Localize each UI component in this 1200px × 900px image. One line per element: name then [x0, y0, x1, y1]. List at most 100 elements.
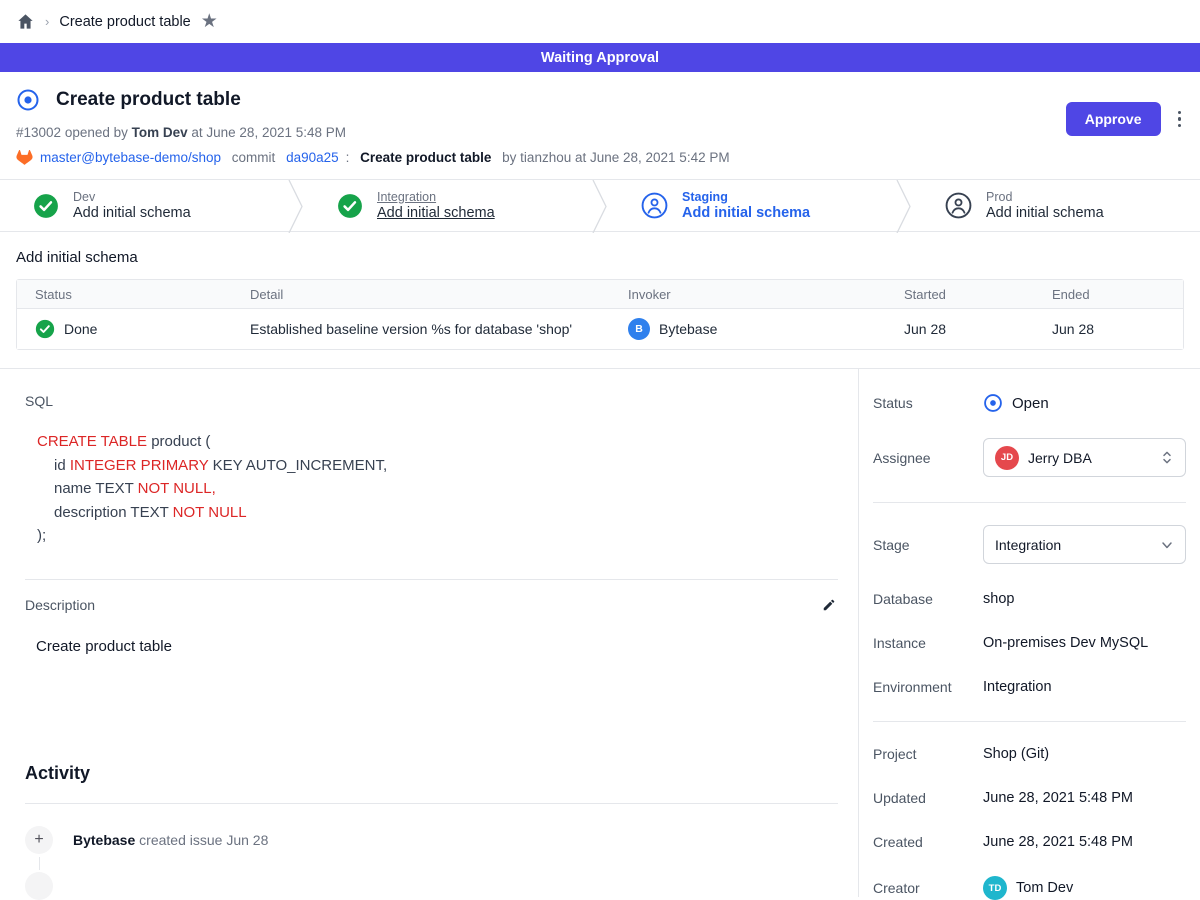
- database-value: shop: [983, 591, 1014, 607]
- stage-staging[interactable]: Staging Add initial schema: [608, 180, 896, 231]
- issue-detail-pane: SQL CREATE TABLE product ( id INTEGER PR…: [0, 369, 858, 897]
- task-invoker-cell: B Bytebase: [610, 318, 886, 340]
- gitlab-icon: [16, 149, 33, 165]
- stage-env-label: Dev: [73, 190, 191, 204]
- task-ended-cell: Jun 28: [1034, 321, 1183, 337]
- pipeline-stages: Dev Add initial schema Integration Add i…: [0, 179, 1200, 232]
- created-row: Created June 28, 2021 5:48 PM: [873, 832, 1186, 852]
- check-circle-icon: [35, 319, 55, 339]
- issue-sidebar: Status Open Assignee JD Jerry DBA Stage: [858, 369, 1200, 897]
- task-section: Add initial schema Status Detail Invoker…: [0, 232, 1200, 368]
- stage-task-label: Add initial schema: [986, 205, 1104, 221]
- stage-env-label: Staging: [682, 190, 810, 204]
- activity-item: + Bytebase created issue Jun 28: [25, 826, 838, 854]
- stage-separator-icon: [896, 180, 912, 233]
- stage-integration[interactable]: Integration Add initial schema: [304, 180, 592, 231]
- stage-env-label: Integration: [377, 190, 495, 204]
- chevron-down-icon: [1160, 538, 1174, 552]
- task-status-cell: Done: [17, 319, 232, 339]
- divider: [25, 579, 838, 580]
- column-header: Ended: [1034, 287, 1183, 302]
- status-value: Open: [1012, 395, 1049, 412]
- stage-select[interactable]: Integration: [983, 525, 1186, 564]
- stage-row: Stage Integration: [873, 525, 1186, 564]
- plus-icon: +: [25, 826, 53, 854]
- status-row: Status Open: [873, 393, 1186, 413]
- stage-task-label: Add initial schema: [377, 205, 495, 221]
- status-label: Status: [873, 395, 983, 411]
- favorite-star-icon[interactable]: ★: [201, 12, 218, 31]
- issue-author: Tom Dev: [132, 125, 188, 140]
- breadcrumb: › Create product table ★: [0, 0, 1200, 43]
- updated-label: Updated: [873, 790, 983, 806]
- stage-separator-icon: [592, 180, 608, 233]
- stage-label: Stage: [873, 537, 983, 553]
- instance-row: Instance On-premises Dev MySQL: [873, 633, 1186, 653]
- task-started-cell: Jun 28: [886, 321, 1034, 337]
- activity-title: Activity: [25, 763, 838, 784]
- divider: [873, 721, 1186, 722]
- environment-row: Environment Integration: [873, 677, 1186, 697]
- sql-statement: CREATE TABLE product ( id INTEGER PRIMAR…: [25, 430, 838, 548]
- stage-prod[interactable]: Prod Add initial schema: [912, 180, 1200, 231]
- creator-row: Creator TD Tom Dev: [873, 876, 1186, 900]
- check-circle-icon: [337, 193, 363, 219]
- issue-open-icon: [983, 393, 1003, 413]
- column-header: Started: [886, 287, 1034, 302]
- issue-open-icon: [16, 88, 40, 112]
- task-table: Status Detail Invoker Started Ended Done…: [16, 279, 1184, 350]
- updated-value: June 28, 2021 5:48 PM: [983, 790, 1133, 806]
- creator-avatar: TD: [983, 876, 1007, 900]
- creator-label: Creator: [873, 880, 983, 896]
- issue-meta: #13002 opened by Tom Dev at June 28, 202…: [16, 125, 1184, 140]
- commit-hash-link[interactable]: da90a25: [286, 150, 339, 165]
- created-label: Created: [873, 834, 983, 850]
- created-value: June 28, 2021 5:48 PM: [983, 834, 1133, 850]
- instance-value: On-premises Dev MySQL: [983, 635, 1148, 651]
- creator-value: Tom Dev: [1016, 880, 1073, 896]
- home-icon[interactable]: [16, 12, 35, 31]
- description-label: Description: [25, 597, 95, 613]
- database-row: Database shop: [873, 589, 1186, 609]
- environment-value: Integration: [983, 679, 1052, 695]
- stage-task-label: Add initial schema: [73, 205, 191, 221]
- activity-actor: Bytebase: [73, 832, 135, 848]
- project-label: Project: [873, 746, 983, 762]
- updown-chevron-icon: [1160, 450, 1174, 465]
- instance-label: Instance: [873, 635, 983, 651]
- stage-env-label: Prod: [986, 190, 1104, 204]
- assignee-label: Assignee: [873, 450, 983, 466]
- timeline-connector: [39, 857, 40, 870]
- status-banner: Waiting Approval: [0, 43, 1200, 72]
- stage-value: Integration: [995, 537, 1151, 553]
- column-header: Invoker: [610, 287, 886, 302]
- sql-label: SQL: [25, 393, 838, 409]
- assignee-row: Assignee JD Jerry DBA: [873, 438, 1186, 477]
- pending-person-icon: [641, 192, 668, 219]
- branch-link[interactable]: master@bytebase-demo/shop: [40, 150, 221, 165]
- approve-button[interactable]: Approve: [1066, 102, 1161, 136]
- commit-message: Create product table: [360, 150, 491, 165]
- stage-task-label: Add initial schema: [682, 205, 810, 221]
- breadcrumb-separator-icon: ›: [45, 14, 49, 29]
- description-text: Create product table: [25, 638, 838, 655]
- stage-dev[interactable]: Dev Add initial schema: [0, 180, 288, 231]
- divider: [25, 803, 838, 804]
- issue-header: Create product table #13002 opened by To…: [0, 72, 1200, 179]
- column-header: Status: [17, 287, 232, 302]
- table-row: Done Established baseline version %s for…: [17, 309, 1183, 349]
- table-header-row: Status Detail Invoker Started Ended: [17, 280, 1183, 309]
- divider: [873, 502, 1186, 503]
- edit-pencil-icon[interactable]: [820, 596, 838, 614]
- more-actions-icon[interactable]: [1175, 107, 1185, 132]
- column-header: Detail: [232, 287, 610, 302]
- bytebase-avatar: B: [628, 318, 650, 340]
- page-title: Create product table: [56, 89, 241, 111]
- breadcrumb-current[interactable]: Create product table: [59, 14, 190, 30]
- updated-row: Updated June 28, 2021 5:48 PM: [873, 788, 1186, 808]
- environment-label: Environment: [873, 679, 983, 695]
- task-title: Add initial schema: [16, 249, 1184, 266]
- assignee-select[interactable]: JD Jerry DBA: [983, 438, 1186, 477]
- database-label: Database: [873, 591, 983, 607]
- commit-info: master@bytebase-demo/shop commit da90a25…: [16, 149, 1184, 165]
